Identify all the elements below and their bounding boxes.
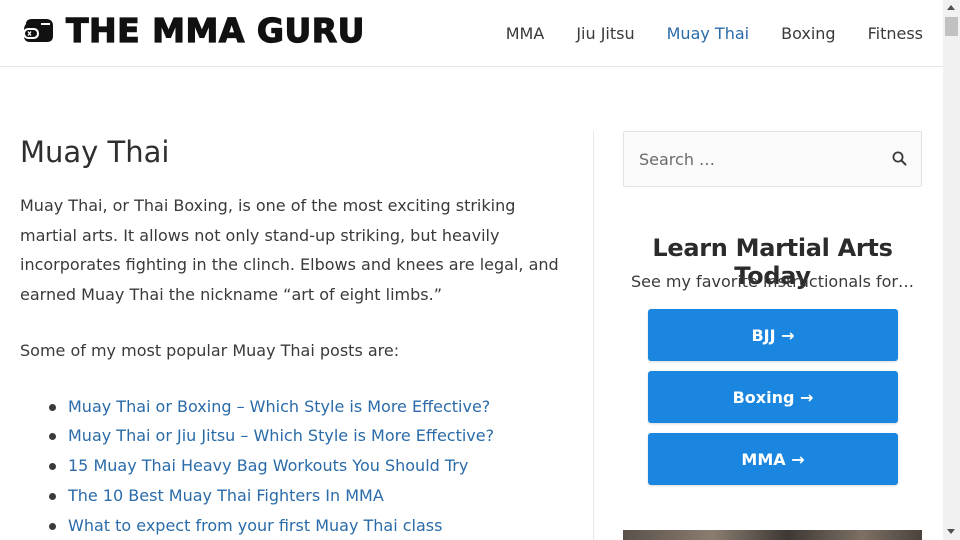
posts-lead-text: Some of my most popular Muay Thai posts … xyxy=(20,340,400,360)
list-item: 15 Muay Thai Heavy Bag Workouts You Shou… xyxy=(20,451,570,481)
main-nav: MMA Jiu Jitsu Muay Thai Boxing Fitness xyxy=(474,0,923,66)
boxing-glove-icon xyxy=(23,19,53,42)
post-link[interactable]: Muay Thai or Jiu Jitsu – Which Style is … xyxy=(68,426,494,445)
nav-item-boxing[interactable]: Boxing xyxy=(781,24,835,43)
nav-item-mma[interactable]: MMA xyxy=(506,24,545,43)
post-link[interactable]: What to expect from your first Muay Thai… xyxy=(68,516,442,535)
list-item: The 10 Best Muay Thai Fighters In MMA xyxy=(20,481,570,511)
content-divider xyxy=(593,131,594,540)
popular-posts-list: Muay Thai or Boxing – Which Style is Mor… xyxy=(20,392,570,540)
logo-text: THE MMA GURU xyxy=(65,11,365,50)
search-form xyxy=(623,131,922,187)
search-input[interactable] xyxy=(624,132,874,186)
sidebar-promo-image[interactable] xyxy=(623,530,922,540)
post-link[interactable]: 15 Muay Thai Heavy Bag Workouts You Shou… xyxy=(68,456,468,475)
nav-item-jiu-jitsu[interactable]: Jiu Jitsu xyxy=(576,24,634,43)
intro-paragraph: Muay Thai, or Thai Boxing, is one of the… xyxy=(20,196,559,305)
widget-subtitle: See my favorite instructionals for… xyxy=(630,272,915,291)
vertical-scrollbar[interactable] xyxy=(943,0,960,540)
main-content: Muay Thai Muay Thai, or Thai Boxing, is … xyxy=(20,131,570,540)
boxing-button[interactable]: Boxing → xyxy=(648,371,898,423)
search-icon[interactable] xyxy=(891,150,909,168)
post-link[interactable]: Muay Thai or Boxing – Which Style is Mor… xyxy=(68,397,490,416)
nav-item-fitness[interactable]: Fitness xyxy=(868,24,923,43)
list-item: What to expect from your first Muay Thai… xyxy=(20,511,570,540)
post-link[interactable]: The 10 Best Muay Thai Fighters In MMA xyxy=(68,486,384,505)
nav-item-muay-thai[interactable]: Muay Thai xyxy=(667,24,749,43)
scrollbar-thumb[interactable] xyxy=(945,17,958,36)
mma-button[interactable]: MMA → xyxy=(648,433,898,485)
site-logo[interactable]: THE MMA GURU xyxy=(20,11,365,50)
scroll-down-arrow-icon[interactable] xyxy=(947,529,955,534)
scroll-up-arrow-icon[interactable] xyxy=(947,5,955,10)
list-item: Muay Thai or Boxing – Which Style is Mor… xyxy=(20,392,570,422)
list-item: Muay Thai or Jiu Jitsu – Which Style is … xyxy=(20,421,570,451)
page-title: Muay Thai xyxy=(20,135,170,169)
page: THE MMA GURU MMA Jiu Jitsu Muay Thai Box… xyxy=(0,0,943,540)
site-header: THE MMA GURU MMA Jiu Jitsu Muay Thai Box… xyxy=(0,0,943,67)
bjj-button[interactable]: BJJ → xyxy=(648,309,898,361)
